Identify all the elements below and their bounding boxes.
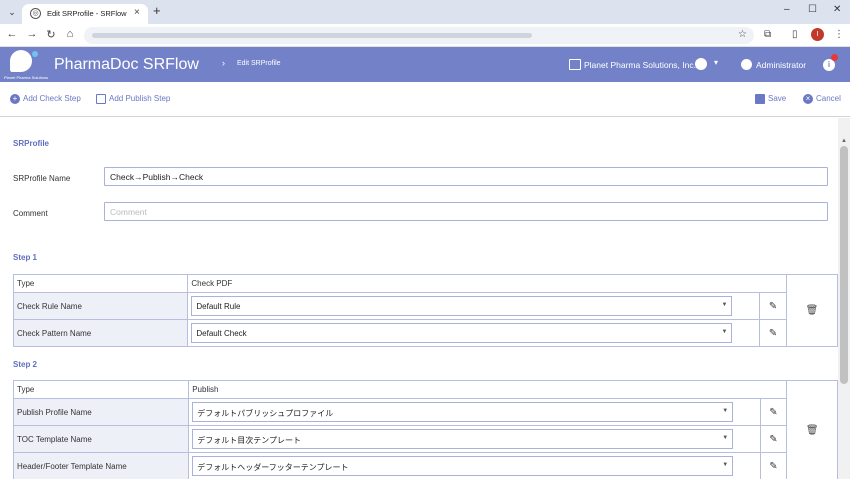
user-menu-caret[interactable]: ▾ <box>714 58 718 67</box>
type-value: Publish <box>188 380 788 399</box>
type-label: Type <box>12 274 189 293</box>
browser-tab[interactable]: ◎ Edit SRProfile - SRFlow × <box>22 4 148 24</box>
select-value: デフォルト目次テンプレート <box>197 436 301 445</box>
check-pattern-select[interactable]: Default Check ▼ <box>191 323 733 343</box>
field-label: Header/Footer Template Name <box>12 452 190 479</box>
publish-profile-select[interactable]: デフォルトパブリッシュプロファイル ▼ <box>192 402 734 422</box>
maximize-icon[interactable]: ☐ <box>808 4 817 15</box>
trash-icon[interactable]: 🗑 <box>806 425 819 436</box>
header-footer-template-select[interactable]: デフォルトヘッダーフッターテンプレート ▼ <box>192 456 734 476</box>
caret-down-icon: ▼ <box>721 302 728 308</box>
pencil-icon[interactable]: ✎ <box>769 407 777 418</box>
srprofile-name-label: SRProfile Name <box>13 174 71 183</box>
notification-badge <box>831 54 838 61</box>
forward-icon[interactable]: → <box>25 28 39 40</box>
vertical-scrollbar[interactable]: ▲ <box>838 118 850 479</box>
caret-down-icon: ▼ <box>722 462 729 468</box>
pencil-icon[interactable]: ✎ <box>769 301 777 312</box>
sidepanel-icon[interactable]: ▯ <box>792 29 798 40</box>
check-rule-select[interactable]: Default Rule ▼ <box>191 296 733 316</box>
logo-mark <box>10 50 32 72</box>
page-toolbar: + Add Check Step Add Publish Step Save × C… <box>0 82 850 117</box>
close-icon[interactable]: × <box>134 7 140 18</box>
add-publish-step-button[interactable]: Add Publish Step <box>96 94 170 104</box>
browser-toolbar: ← → ↻ ⌂ ☆ ⧉ ▯ I ⋮ <box>0 24 850 47</box>
caret-down-icon: ▼ <box>721 329 728 335</box>
home-icon[interactable]: ⌂ <box>63 28 77 40</box>
cancel-icon: × <box>803 94 813 104</box>
cancel-button[interactable]: × Cancel <box>803 94 841 104</box>
comment-input[interactable]: Comment <box>104 202 828 221</box>
breadcrumb-separator: › <box>222 58 225 68</box>
close-window-icon[interactable]: ✕ <box>833 4 841 15</box>
reload-icon[interactable]: ↻ <box>44 28 58 41</box>
add-check-step-button[interactable]: + Add Check Step <box>10 94 81 104</box>
select-value: デフォルトヘッダーフッターテンプレート <box>197 463 349 472</box>
scroll-up-icon[interactable]: ▲ <box>841 138 847 144</box>
company-name: Planet Pharma Solutions, Inc. <box>584 60 696 70</box>
admin-icon <box>741 59 752 70</box>
book-icon <box>96 94 106 104</box>
field-label: TOC Template Name <box>12 425 190 453</box>
select-value: Default Rule <box>196 302 241 311</box>
step-title: Step 1 <box>13 253 38 262</box>
section-title: SRProfile <box>13 139 50 148</box>
caret-down-icon: ▼ <box>722 435 729 441</box>
step-2-table: Type Publish 🗑 Publish Profile Name デフォル… <box>12 380 838 479</box>
save-button[interactable]: Save <box>755 94 786 104</box>
select-value: デフォルトパブリッシュプロファイル <box>197 409 334 418</box>
back-icon[interactable]: ← <box>5 28 19 40</box>
blurred-url <box>92 33 532 38</box>
menu-icon[interactable]: ⋮ <box>834 29 844 40</box>
toc-template-select[interactable]: デフォルト目次テンプレート ▼ <box>192 429 734 449</box>
type-label: Type <box>12 380 190 399</box>
star-icon[interactable]: ☆ <box>738 29 747 40</box>
pencil-icon[interactable]: ✎ <box>769 328 777 339</box>
srprofile-name-input[interactable]: Check→Publish→Check <box>104 167 828 186</box>
field-label: Check Pattern Name <box>12 319 189 347</box>
globe-icon: ◎ <box>30 8 41 19</box>
app-title[interactable]: PharmaDoc SRFlow <box>54 56 199 74</box>
plus-icon[interactable]: + <box>153 3 161 18</box>
admin-label[interactable]: Administrator <box>756 60 806 70</box>
minimize-icon[interactable]: – <box>784 4 790 15</box>
save-label: Save <box>768 94 787 104</box>
field-label: Check Rule Name <box>12 292 189 320</box>
pencil-icon[interactable]: ✎ <box>769 434 777 445</box>
chevron-down-icon[interactable]: ⌄ <box>6 6 18 18</box>
app-logo[interactable]: Planet Pharma Solutions <box>4 50 48 82</box>
type-value: Check PDF <box>187 274 787 293</box>
comment-label: Comment <box>13 209 48 218</box>
add-check-step-label: Add Check Step <box>23 94 81 104</box>
building-icon <box>569 59 581 70</box>
breadcrumb: Edit SRProfile <box>237 60 281 67</box>
step-title: Step 2 <box>13 360 38 369</box>
logo-dot <box>32 51 38 57</box>
main-content: SRProfile SRProfile Name Check→Publish→C… <box>0 118 838 479</box>
trash-icon[interactable]: 🗑 <box>806 305 819 316</box>
add-publish-step-label: Add Publish Step <box>109 94 171 104</box>
tab-title: Edit SRProfile - SRFlow <box>47 9 127 18</box>
user-icon[interactable] <box>695 58 707 70</box>
cancel-label: Cancel <box>816 94 841 104</box>
pencil-icon[interactable]: ✎ <box>769 461 777 472</box>
extensions-icon[interactable]: ⧉ <box>764 29 771 40</box>
logo-text: Planet Pharma Solutions <box>4 75 49 80</box>
add-check-icon: + <box>10 94 20 104</box>
field-label: Publish Profile Name <box>12 398 190 426</box>
step-1-table: Type Check PDF 🗑 Check Rule Name Default… <box>12 274 838 347</box>
profile-avatar[interactable]: I <box>811 28 824 41</box>
browser-tab-bar: ⌄ ◎ Edit SRProfile - SRFlow × + – ☐ ✕ <box>0 0 850 24</box>
delete-step-button[interactable]: 🗑 <box>786 274 838 347</box>
delete-step-button[interactable]: 🗑 <box>786 380 838 479</box>
address-bar[interactable] <box>84 27 754 44</box>
scroll-thumb[interactable] <box>840 146 848 384</box>
select-value: Default Check <box>196 329 247 338</box>
caret-down-icon: ▼ <box>722 408 729 414</box>
app-header: Planet Pharma Solutions PharmaDoc SRFlow… <box>0 47 850 82</box>
save-icon <box>755 94 765 104</box>
